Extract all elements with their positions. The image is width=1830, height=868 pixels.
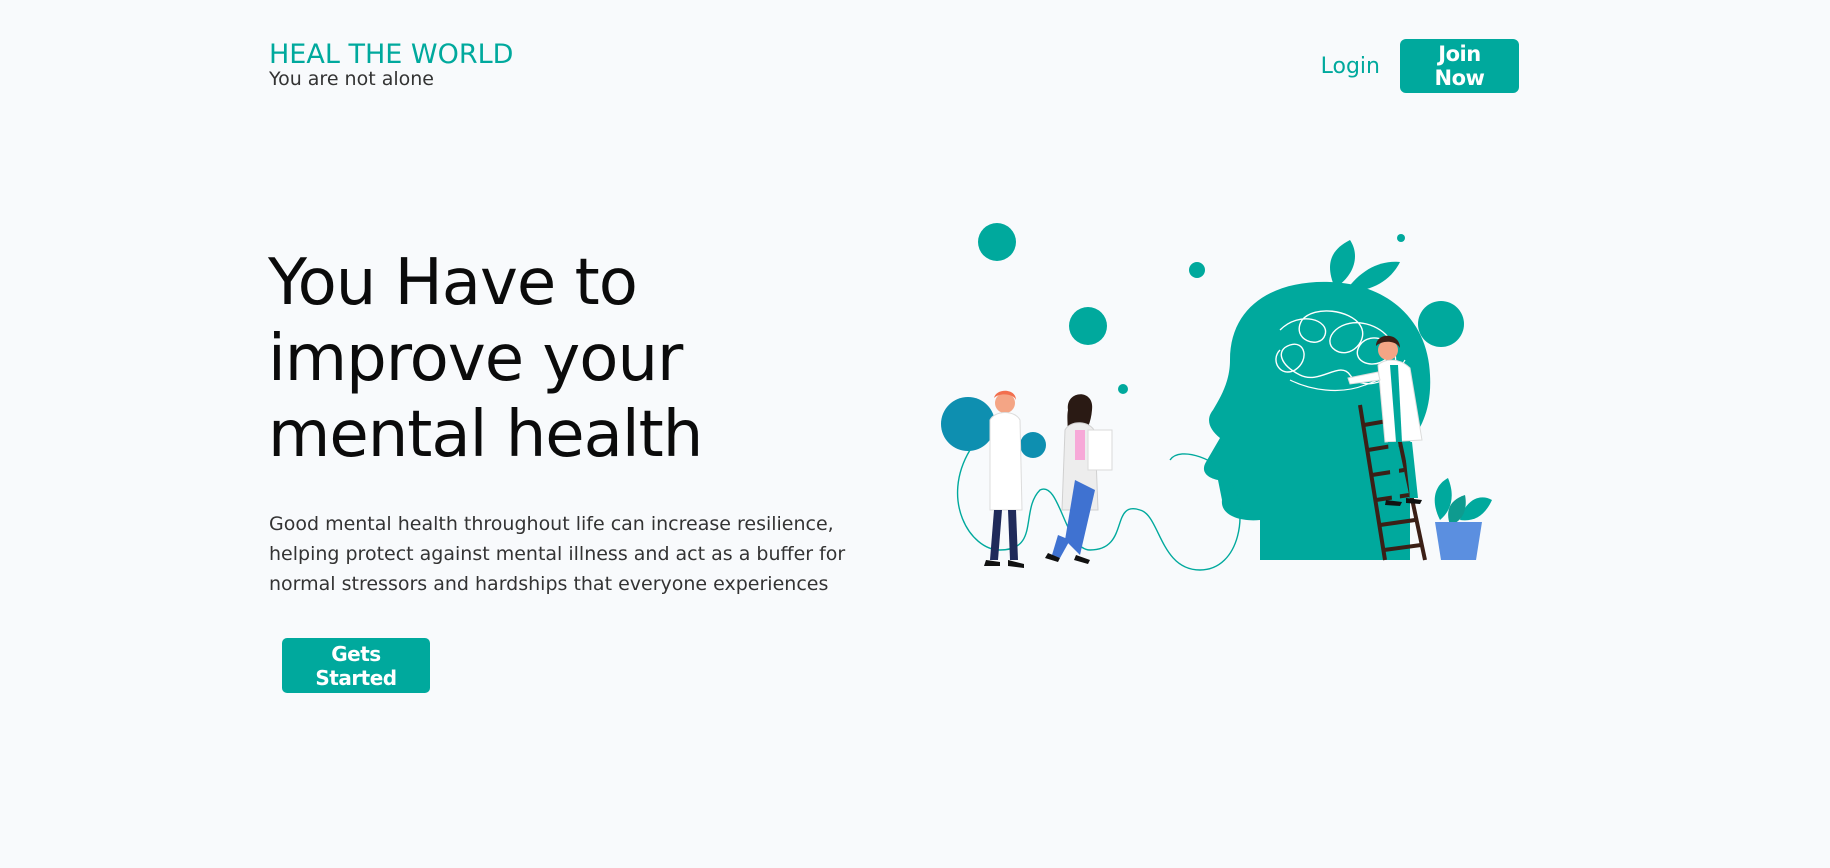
floating-dot <box>1418 301 1464 347</box>
hero-description: Good mental health throughout life can i… <box>269 513 846 595</box>
floating-dot <box>1118 384 1128 394</box>
doctor-figure-middle <box>1045 394 1113 564</box>
floating-dot <box>1397 234 1405 242</box>
blue-ball <box>941 397 995 451</box>
top-nav: Login Join Now <box>1321 39 1519 93</box>
join-now-button[interactable]: Join Now <box>1400 39 1519 93</box>
hero-title: You Have to improve your mental health <box>268 246 703 472</box>
brand-logo[interactable]: HEAL THE WORLD You are not alone <box>269 40 513 90</box>
floating-dot <box>978 223 1016 261</box>
landing-page: HEAL THE WORLD You are not alone Login J… <box>0 0 1830 868</box>
brand-title: HEAL THE WORLD <box>269 39 514 70</box>
login-link[interactable]: Login <box>1321 54 1380 79</box>
potted-plant <box>1434 478 1492 560</box>
get-started-button[interactable]: Gets Started <box>282 638 430 693</box>
floating-dot <box>1069 307 1107 345</box>
mental-health-illustration-svg <box>941 223 1492 571</box>
floating-dot <box>1189 262 1205 278</box>
mental-health-illustration <box>930 210 1500 590</box>
blue-ball-small <box>1020 432 1046 458</box>
brand-tagline: You are not alone <box>269 67 434 90</box>
